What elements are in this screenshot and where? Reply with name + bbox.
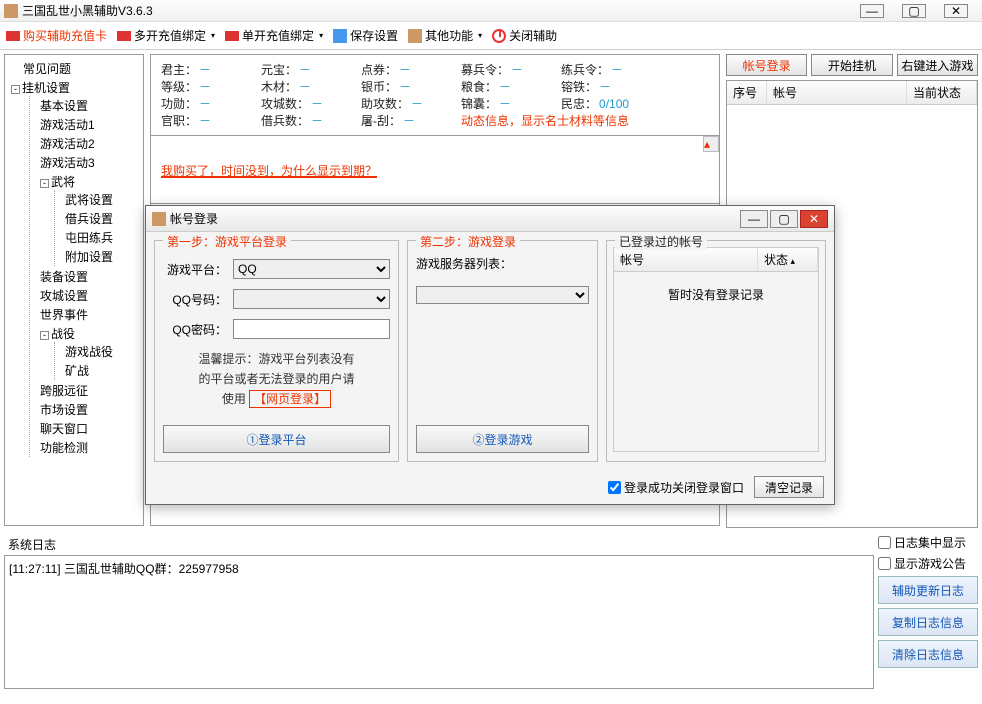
buy-card-button[interactable]: 购买辅助充值卡 <box>6 27 107 44</box>
toolbar: 购买辅助充值卡 多开充值绑定 单开充值绑定 保存设置 其他功能 关闭辅助 <box>0 22 982 50</box>
dialog-icon <box>152 212 166 226</box>
web-login-link[interactable]: 【网页登录】 <box>249 390 331 408</box>
copy-log-button[interactable]: 复制日志信息 <box>878 608 978 636</box>
qq-number-select[interactable] <box>233 289 390 309</box>
empty-records: 暂时没有登录记录 <box>613 272 819 452</box>
tree-gongcheng[interactable]: 攻城设置 <box>36 286 141 305</box>
dialog-max-button[interactable]: ▢ <box>770 210 798 228</box>
tree-gongneng[interactable]: 功能检测 <box>36 438 141 457</box>
enter-game-button[interactable]: 右键进入游戏 <box>897 54 978 76</box>
col-state[interactable]: 状态 <box>758 248 818 271</box>
qq-password-input[interactable] <box>233 319 390 339</box>
col-account[interactable]: 帐号 <box>767 81 907 104</box>
dynamic-info: 动态信息，显示名士材料等信息 <box>461 112 661 129</box>
clear-log-button[interactable]: 清除日志信息 <box>878 640 978 668</box>
tree-jiebing[interactable]: 借兵设置 <box>61 209 141 228</box>
tree-shijie[interactable]: 世界事件 <box>36 305 141 324</box>
col-state[interactable]: 当前状态 <box>907 81 977 104</box>
autoclose-checkbox[interactable]: 登录成功关闭登录窗口 <box>608 479 744 496</box>
tree-liaotian[interactable]: 聊天窗口 <box>36 419 141 438</box>
server-select[interactable] <box>416 286 589 304</box>
card-icon <box>225 31 239 41</box>
window-titlebar: 三国乱世小黑辅助V3.6.3 — ▢ ✕ <box>0 0 982 22</box>
dialog-min-button[interactable]: — <box>740 210 768 228</box>
account-login-button[interactable]: 帐号登录 <box>726 54 807 76</box>
card-icon <box>6 31 20 41</box>
tree-basic[interactable]: 基本设置 <box>36 96 141 115</box>
tip-text: 温馨提示：游戏平台列表没有 的平台或者无法登录的用户请 使用 【网页登录】 <box>163 349 390 409</box>
dialog-titlebar[interactable]: 帐号登录 — ▢ ✕ <box>146 206 834 232</box>
step1-fieldset: 第一步：游戏平台登录 游戏平台： QQ QQ号码： QQ密码： 温馨提示：游戏平… <box>154 240 399 462</box>
tree-faq[interactable]: 常见问题 <box>7 59 141 78</box>
close-window-button[interactable]: ✕ <box>944 4 968 18</box>
misc-icon <box>408 29 422 43</box>
other-functions-button[interactable]: 其他功能 <box>408 27 482 44</box>
log-area[interactable]: [11:27:11] 三国乱世辅助QQ群：225977958 <box>4 555 874 689</box>
app-icon <box>4 4 18 18</box>
login-dialog: 帐号登录 — ▢ ✕ 第一步：游戏平台登录 游戏平台： QQ QQ号码： QQ密… <box>145 205 835 505</box>
collapse-icon[interactable]: - <box>40 179 49 188</box>
save-settings-button[interactable]: 保存设置 <box>333 27 398 44</box>
multi-bind-button[interactable]: 多开充值绑定 <box>117 27 215 44</box>
tree-act2[interactable]: 游戏活动2 <box>36 134 141 153</box>
step2-fieldset: 第二步：游戏登录 游戏服务器列表： ②登录游戏 <box>407 240 598 462</box>
tree-kuangzhan[interactable]: 矿战 <box>61 361 141 380</box>
tree-act1[interactable]: 游戏活动1 <box>36 115 141 134</box>
stats-panel: 君主：－ 元宝：－ 点券：－ 募兵令：－ 练兵令：－ 等级：－ 木材：－ 银币：… <box>150 54 720 136</box>
centralize-log-checkbox[interactable]: 日志集中显示 <box>878 534 978 551</box>
banner-text: 我购买了，时间没到，为什么显示到期？ ▴ <box>150 136 720 204</box>
window-title: 三国乱世小黑辅助V3.6.3 <box>22 2 153 19</box>
tree-fujia[interactable]: 附加设置 <box>61 247 141 266</box>
tree-zhuangbei[interactable]: 装备设置 <box>36 267 141 286</box>
tree-kuafu[interactable]: 跨服远征 <box>36 381 141 400</box>
login-platform-button[interactable]: ①登录平台 <box>163 425 390 453</box>
scroll-up-button[interactable]: ▴ <box>703 136 719 152</box>
login-game-button[interactable]: ②登录游戏 <box>416 425 589 453</box>
platform-select[interactable]: QQ <box>233 259 390 279</box>
tree-wj-set[interactable]: 武将设置 <box>61 190 141 209</box>
close-assist-button[interactable]: 关闭辅助 <box>492 27 557 44</box>
nav-tree[interactable]: 常见问题 -挂机设置 基本设置 游戏活动1 游戏活动2 游戏活动3 -武将 武将… <box>4 54 144 526</box>
power-icon <box>492 29 506 43</box>
col-seq[interactable]: 序号 <box>727 81 767 104</box>
log-line: [11:27:11] 三国乱世辅助QQ群：225977958 <box>9 560 869 577</box>
card-icon <box>117 31 131 41</box>
minimize-button[interactable]: — <box>860 4 884 18</box>
clear-records-button[interactable]: 清空记录 <box>754 476 824 498</box>
col-account[interactable]: 帐号 <box>614 248 758 271</box>
start-hang-button[interactable]: 开始挂机 <box>811 54 892 76</box>
tree-yxzy[interactable]: 游戏战役 <box>61 342 141 361</box>
single-bind-button[interactable]: 单开充值绑定 <box>225 27 323 44</box>
dialog-title: 帐号登录 <box>170 210 218 227</box>
log-label: 系统日志 <box>4 534 874 555</box>
tree-wujiang[interactable]: -武将 武将设置 借兵设置 屯田练兵 附加设置 <box>36 172 141 267</box>
tree-shichang[interactable]: 市场设置 <box>36 400 141 419</box>
collapse-icon[interactable]: - <box>11 85 20 94</box>
maximize-button[interactable]: ▢ <box>902 4 926 18</box>
tree-root[interactable]: -挂机设置 基本设置 游戏活动1 游戏活动2 游戏活动3 -武将 武将设置 借兵… <box>7 78 141 458</box>
tree-tuntian[interactable]: 屯田练兵 <box>61 228 141 247</box>
dialog-close-button[interactable]: ✕ <box>800 210 828 228</box>
logged-accounts-fieldset: 已登录过的帐号 帐号 状态 暂时没有登录记录 <box>606 240 826 462</box>
show-announce-checkbox[interactable]: 显示游戏公告 <box>878 555 978 572</box>
tree-act3[interactable]: 游戏活动3 <box>36 153 141 172</box>
tree-zhanyi[interactable]: -战役 游戏战役 矿战 <box>36 324 141 381</box>
update-log-button[interactable]: 辅助更新日志 <box>878 576 978 604</box>
save-icon <box>333 29 347 43</box>
collapse-icon[interactable]: - <box>40 331 49 340</box>
